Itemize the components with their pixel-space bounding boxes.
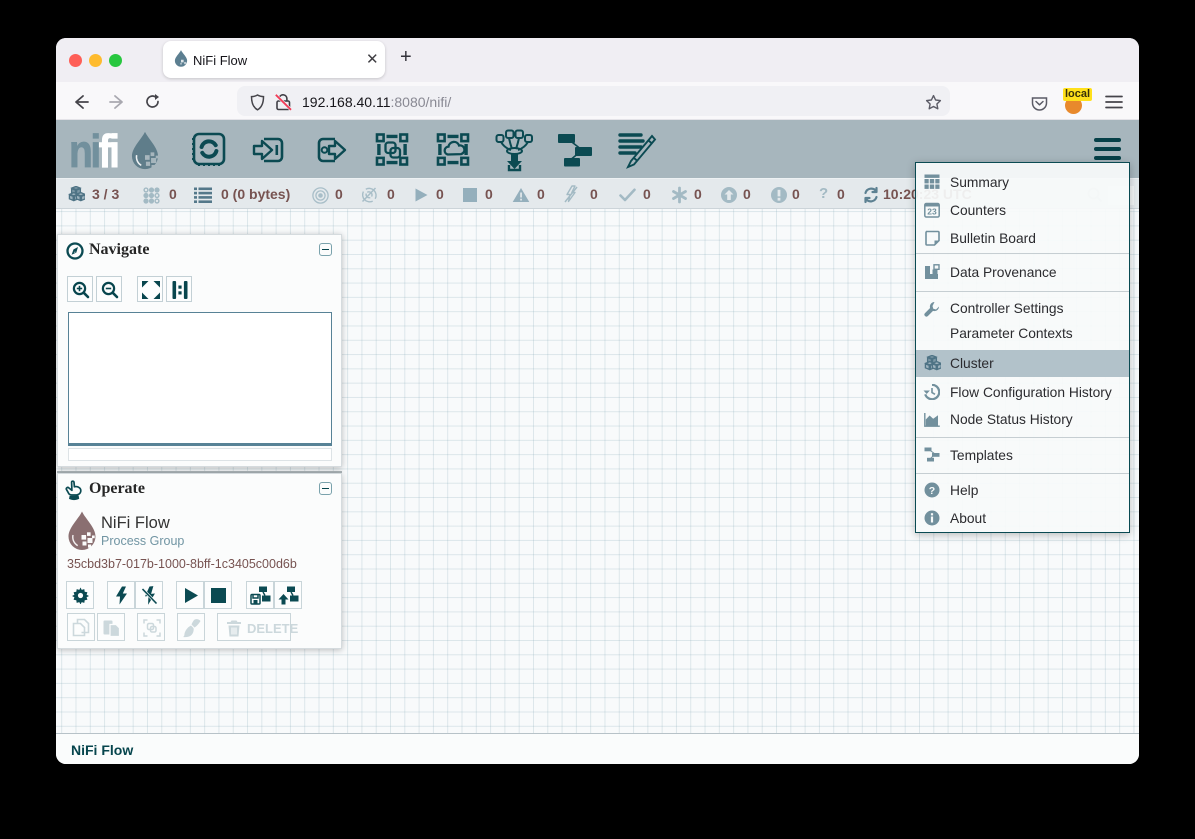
svg-text:23: 23 bbox=[927, 206, 937, 216]
svg-text:?: ? bbox=[929, 485, 935, 497]
